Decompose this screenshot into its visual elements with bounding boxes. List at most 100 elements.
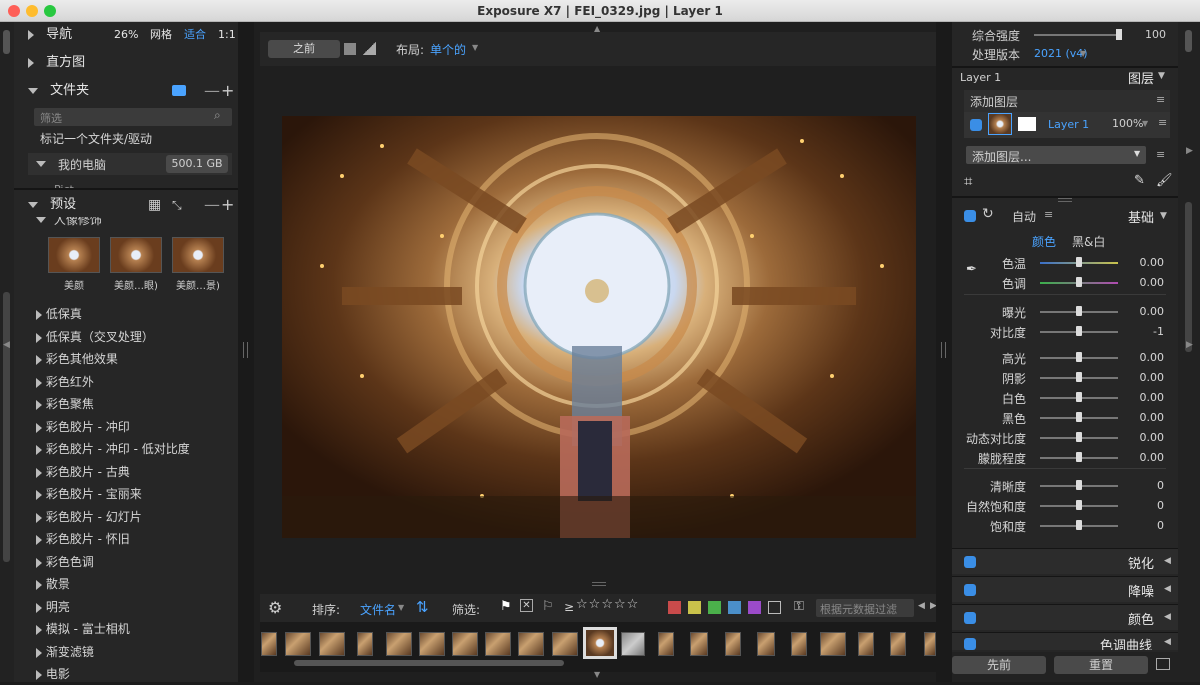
my-computer-row[interactable]: 我的电脑 500.1 GB <box>28 153 232 175</box>
preset-category[interactable]: 模拟 - 富士相机 <box>36 618 130 640</box>
filmstrip-thumbnail[interactable] <box>419 632 445 656</box>
slider-value[interactable]: 0 <box>1118 519 1164 532</box>
compare-square-icon[interactable] <box>344 43 356 55</box>
color-label-purple[interactable] <box>748 601 761 614</box>
tone-curve-panel-header[interactable]: 色调曲线 ◀ <box>952 632 1178 650</box>
filmstrip-thumbnail[interactable] <box>725 632 741 656</box>
layers-title[interactable]: 图层 <box>1128 68 1154 87</box>
main-photo[interactable] <box>282 116 916 538</box>
split-view-icon[interactable] <box>362 42 376 55</box>
slider-value[interactable]: 0.00 <box>1118 431 1165 444</box>
slider-knob[interactable] <box>1076 392 1082 402</box>
minimize-window-button[interactable] <box>26 5 38 17</box>
filmstrip-thumbnail[interactable] <box>386 632 412 656</box>
star-icon[interactable]: ☆ <box>627 597 639 612</box>
preset-thumbnail[interactable] <box>110 237 162 273</box>
sort-dropdown[interactable]: 文件名 <box>360 601 396 618</box>
slider-knob[interactable] <box>1076 452 1082 462</box>
layer-visibility-toggle[interactable] <box>970 119 982 131</box>
layout-dropdown[interactable]: 单个的 <box>430 41 466 58</box>
filmstrip-thumbnail[interactable] <box>757 632 775 656</box>
basic-panel-title[interactable]: 基础 <box>1128 207 1154 226</box>
plus-icon[interactable]: + <box>221 78 234 104</box>
chevron-left-icon[interactable]: ◀ <box>918 601 925 611</box>
panel-layout-icon[interactable] <box>1156 658 1170 670</box>
overall-strength-knob[interactable] <box>1116 29 1122 40</box>
slider-knob[interactable] <box>1076 352 1082 362</box>
slider-value[interactable]: 0.00 <box>1118 276 1165 289</box>
zoom-grid[interactable]: 网格 <box>150 22 172 48</box>
zoom-percent[interactable]: 26% <box>114 22 138 48</box>
preset-category[interactable]: 彩色色调 <box>36 551 94 573</box>
color-label-yellow[interactable] <box>688 601 701 614</box>
layer-options-icon[interactable]: ≡ <box>1156 148 1165 161</box>
plus-icon[interactable]: + <box>221 192 234 218</box>
panel-toggle[interactable] <box>964 556 976 568</box>
preset-category[interactable]: 彩色红外 <box>36 371 94 393</box>
histogram-header[interactable]: 直方图 <box>14 50 238 76</box>
preset-category[interactable]: 彩色胶片 - 冲印 <box>36 416 130 438</box>
key-icon[interactable]: ⚿ <box>794 599 804 614</box>
filmstrip-thumbnail-selected[interactable] <box>583 627 617 659</box>
metadata-filter-input[interactable]: 根据元数据过滤 <box>816 599 914 617</box>
slider-knob[interactable] <box>1076 480 1082 490</box>
preset-category[interactable]: 彩色胶片 - 古典 <box>36 461 130 483</box>
filmstrip-thumbnail[interactable] <box>924 632 936 656</box>
preset-category[interactable]: 渐变滤镜 <box>36 641 94 663</box>
slider-knob[interactable] <box>1076 500 1082 510</box>
left-scroll-handle-top[interactable] <box>3 30 10 54</box>
slider-value[interactable]: 0.00 <box>1118 391 1165 404</box>
folder-filter-input[interactable]: 筛选 ⌕ <box>34 108 232 126</box>
slider-value[interactable]: 0.00 <box>1118 305 1165 318</box>
minus-icon[interactable]: — <box>204 78 220 104</box>
slider-value[interactable]: 0.00 <box>1118 256 1165 269</box>
layer-thumbnail[interactable] <box>988 113 1012 135</box>
preset-category[interactable]: 彩色其他效果 <box>36 348 118 370</box>
menu-icon[interactable]: ≡ <box>1158 116 1167 129</box>
filmstrip-thumbnail[interactable] <box>658 632 674 656</box>
filmstrip-thumbnail[interactable] <box>357 632 373 656</box>
color-label-green[interactable] <box>708 601 721 614</box>
slider-knob[interactable] <box>1076 412 1082 422</box>
filmstrip-thumbnail[interactable] <box>791 632 807 656</box>
reset-cycle-icon[interactable]: ↻ <box>982 206 994 222</box>
folders-header[interactable]: 文件夹 — + <box>14 78 238 104</box>
reject-flag-icon[interactable]: ✕ <box>520 599 533 612</box>
zoom-1to1[interactable]: 1:1 <box>218 22 236 48</box>
slider-knob[interactable] <box>1076 326 1082 336</box>
preset-thumbnail[interactable] <box>172 237 224 273</box>
star-icon[interactable]: ☆ <box>614 597 626 612</box>
left-splitter[interactable] <box>238 22 254 682</box>
star-icon[interactable]: ☆ <box>576 597 588 612</box>
filmstrip-thumbnail[interactable] <box>858 632 874 656</box>
preset-category[interactable]: 散景 <box>36 573 70 595</box>
filmstrip-thumbnail[interactable] <box>820 632 846 656</box>
add-layer-row[interactable]: 添加图层 ≡ <box>964 90 1170 112</box>
filmstrip-thumbnail[interactable] <box>621 632 645 656</box>
slider-value[interactable]: 0.00 <box>1118 411 1165 424</box>
chevron-down-icon[interactable]: ▼ <box>1160 211 1167 221</box>
right-splitter[interactable] <box>936 22 952 682</box>
collapse-right-icon[interactable]: ▶ <box>1186 146 1193 156</box>
color-tab[interactable]: 颜色 <box>1032 233 1056 250</box>
basic-panel-toggle[interactable] <box>964 210 976 222</box>
preset-category[interactable]: 彩色胶片 - 冲印 - 低对比度 <box>36 438 190 460</box>
add-folder-icon[interactable] <box>172 85 186 96</box>
chevron-down-icon[interactable]: ▼ <box>1142 119 1148 128</box>
color-panel-header[interactable]: 颜色 ◀ <box>952 604 1178 630</box>
folder-partial-row[interactable]: Pict... <box>54 178 114 188</box>
collapse-right-icon[interactable]: ▶ <box>1186 340 1193 350</box>
crop-icon[interactable]: ⌗ <box>964 172 972 190</box>
collapse-all-icon[interactable]: ⤡ <box>172 192 182 218</box>
preset-group-open[interactable]: 人像修饰 <box>36 217 186 227</box>
preset-category[interactable]: 明亮 <box>36 596 70 618</box>
grid-view-icon[interactable]: ▦ <box>148 192 161 218</box>
menu-icon[interactable]: ≡ <box>1044 208 1053 221</box>
right-scrollbar[interactable] <box>1185 202 1192 352</box>
rating-operator[interactable]: ≥ <box>564 600 574 614</box>
preset-category[interactable]: 低保真 <box>36 303 82 325</box>
filmstrip-scrollbar[interactable] <box>294 660 564 666</box>
layer-mask-thumbnail[interactable] <box>1018 117 1036 131</box>
star-icon[interactable]: ☆ <box>589 597 601 612</box>
presets-header[interactable]: 预设 ▦ ⤡ — + <box>14 192 238 218</box>
